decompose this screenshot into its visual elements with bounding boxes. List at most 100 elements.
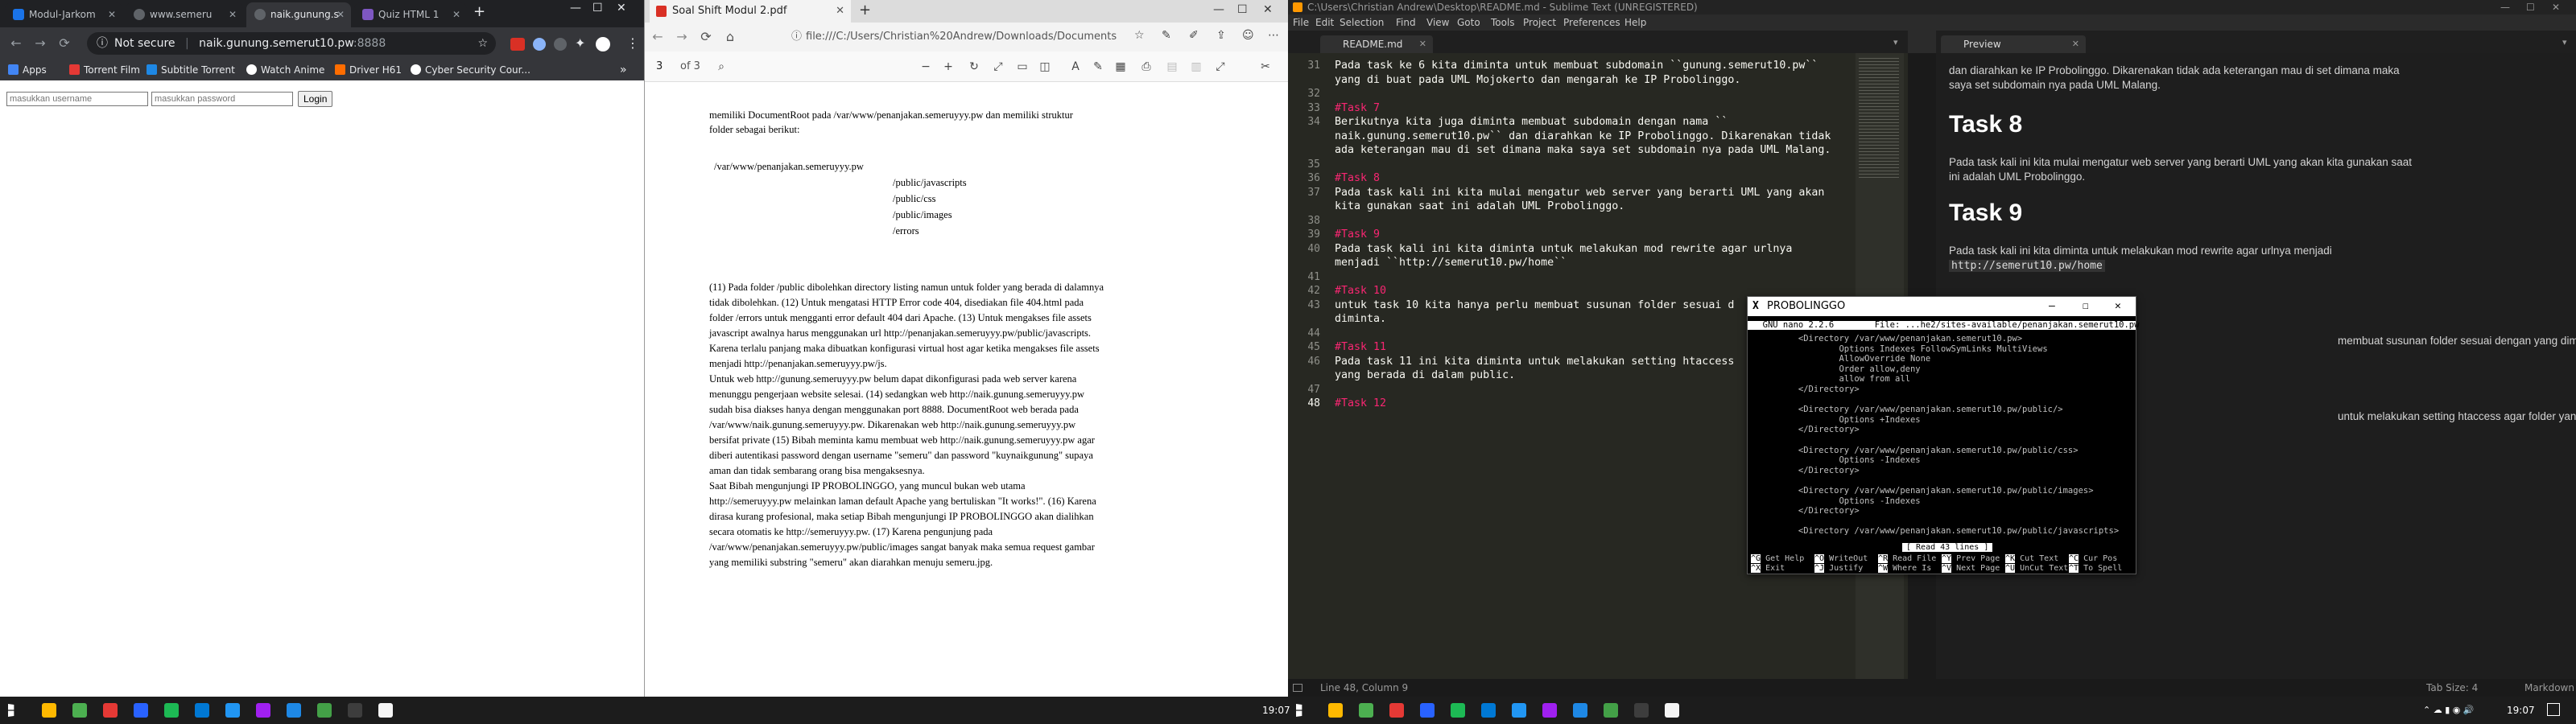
rotate-icon[interactable]: ↻: [965, 51, 983, 82]
reload-icon[interactable]: ⟳: [53, 27, 76, 60]
menu-project[interactable]: Project: [1523, 14, 1556, 31]
pin-icon[interactable]: ✂: [1257, 51, 1274, 82]
taskbar-app-icon[interactable]: [103, 703, 118, 718]
notification-icon[interactable]: [2547, 703, 2560, 716]
taskbar-app-icon[interactable]: [1389, 703, 1404, 718]
vpn-icon[interactable]: [554, 38, 567, 51]
taskbar-app-icon[interactable]: [1481, 703, 1496, 718]
close-window-icon[interactable]: ✕: [2115, 297, 2121, 316]
close-icon[interactable]: ✕: [1419, 35, 1426, 53]
reload-icon[interactable]: ⟳: [695, 21, 717, 53]
abp-icon[interactable]: [510, 38, 525, 51]
new-tab-button[interactable]: +: [473, 3, 485, 20]
taskbar-app-icon[interactable]: [1420, 703, 1435, 718]
taskbar-app-icon[interactable]: [195, 703, 209, 718]
bookmark-torrent-film[interactable]: Torrent Film: [69, 60, 140, 80]
avatar[interactable]: [596, 37, 610, 51]
puzzle-icon[interactable]: ✦: [575, 35, 585, 51]
syntax-mode[interactable]: Markdown: [2524, 679, 2574, 697]
new-tab-icon[interactable]: +: [859, 2, 871, 19]
maximize-icon[interactable]: ☐: [592, 2, 603, 14]
chrome-tab-quiz-html[interactable]: Quiz HTML 1 ✕: [354, 2, 467, 27]
menu-preferences[interactable]: Preferences: [1563, 14, 1620, 31]
taskbar-app-icon[interactable]: [1665, 703, 1679, 718]
fit-icon[interactable]: ⤢: [989, 51, 1007, 82]
close-icon[interactable]: ✕: [452, 2, 460, 27]
fullscreen-icon[interactable]: ⤢: [1212, 51, 1229, 82]
taskbar-app-icon[interactable]: [1634, 703, 1649, 718]
bookmark-driver-h61[interactable]: Driver H61: [335, 60, 402, 80]
minimize-icon[interactable]: —: [2500, 0, 2510, 14]
close-icon[interactable]: ✕: [2072, 35, 2079, 53]
menu-selection[interactable]: Selection: [1340, 14, 1384, 31]
address-bar[interactable]: ⓘ Not secure | naik.gunung.semerut10.pw:…: [87, 32, 496, 55]
taskbar-app-icon[interactable]: [72, 703, 87, 718]
taskbar-app-icon[interactable]: [317, 703, 332, 718]
windows-start-icon[interactable]: [8, 704, 14, 717]
tab-size[interactable]: Tab Size: 4: [2426, 679, 2478, 697]
home-icon[interactable]: ⌂: [719, 21, 741, 53]
menu-goto[interactable]: Goto: [1457, 14, 1480, 31]
search-icon[interactable]: ⌕: [712, 51, 730, 82]
forward-icon[interactable]: →: [671, 21, 693, 53]
taskbar-app-icon[interactable]: [378, 703, 393, 718]
clock-left[interactable]: 19:07: [1262, 697, 1290, 724]
taskbar-app-icon[interactable]: [164, 703, 179, 718]
close-window-icon[interactable]: ✕: [2552, 0, 2560, 14]
info-icon[interactable]: ⓘ: [97, 32, 108, 55]
tab-readme[interactable]: README.md ✕: [1320, 35, 1433, 53]
menu-edit[interactable]: Edit: [1315, 14, 1334, 31]
read-aloud-icon[interactable]: A: [1067, 51, 1084, 82]
taskbar-app-icon[interactable]: [1542, 703, 1557, 718]
taskbar-app-icon[interactable]: [1359, 703, 1373, 718]
bookmark-cyber-security[interactable]: Cyber Security Cour...: [411, 60, 530, 80]
tray-icons[interactable]: ⌃ ☁ ▮ ◉ 🔊: [2423, 697, 2475, 724]
bookmark-watch-anime[interactable]: Watch Anime: [246, 60, 324, 80]
edge-tab-pdf[interactable]: Soal Shift Modul 2.pdf ✕: [650, 0, 851, 23]
bookmark-apps[interactable]: Apps: [8, 60, 47, 80]
save-icon[interactable]: ▤: [1163, 51, 1181, 82]
minimize-icon[interactable]: —: [2049, 297, 2055, 316]
console-icon[interactable]: [1293, 684, 1302, 692]
menu-help[interactable]: Help: [1624, 14, 1646, 31]
clock-right[interactable]: 19:07: [2507, 697, 2535, 724]
maximize-icon[interactable]: ☐: [2526, 0, 2535, 14]
menu-find[interactable]: Find: [1396, 14, 1416, 31]
extension-icon[interactable]: [533, 38, 546, 51]
zoom-out-icon[interactable]: −: [917, 51, 935, 82]
favorites-icon[interactable]: ☆: [1134, 29, 1145, 42]
taskbar-app-icon[interactable]: [1451, 703, 1465, 718]
save-as-icon[interactable]: ▥: [1187, 51, 1205, 82]
menu-view[interactable]: View: [1426, 14, 1449, 31]
chrome-tab-naik-gunung[interactable]: naik.gunung.s ✕: [246, 2, 351, 27]
close-window-icon[interactable]: ✕: [617, 2, 626, 14]
tab-dropdown-icon[interactable]: ▾: [1893, 37, 1898, 47]
address-bar[interactable]: ⓘ file:///C:/Users/Christian%20Andrew/Do…: [788, 27, 1117, 47]
bookmark-subtitle-torrent[interactable]: Subtitle Torrent: [147, 60, 235, 80]
more-icon[interactable]: ⋯: [1268, 29, 1279, 42]
chrome-tab-modul-jarkom[interactable]: Modul-Jarkom ✕: [5, 2, 122, 27]
page-number-input[interactable]: 3: [656, 51, 663, 82]
back-icon[interactable]: ←: [646, 21, 669, 53]
draw-icon[interactable]: ✎: [1089, 51, 1107, 82]
close-icon[interactable]: ✕: [836, 0, 844, 23]
forward-icon[interactable]: →: [29, 27, 52, 60]
share-icon[interactable]: ⇪: [1216, 29, 1226, 42]
page-view-icon[interactable]: ▭: [1013, 51, 1031, 82]
two-page-icon[interactable]: ◫: [1036, 51, 1054, 82]
taskbar-app-icon[interactable]: [1512, 703, 1526, 718]
close-icon[interactable]: ✕: [229, 2, 237, 27]
close-window-icon[interactable]: ✕: [1263, 3, 1273, 16]
chrome-tab-semeru[interactable]: www.semeru ✕: [126, 2, 243, 27]
minimize-icon[interactable]: —: [570, 2, 581, 14]
taskbar-app-icon[interactable]: [42, 703, 56, 718]
print-icon[interactable]: ⎙: [1137, 51, 1155, 82]
taskbar-app-icon[interactable]: [287, 703, 301, 718]
maximize-icon[interactable]: ☐: [1237, 3, 1248, 16]
more-bookmarks-icon[interactable]: »: [620, 60, 627, 80]
terminal-window[interactable]: X PROBOLINGGO — ☐ ✕ GNU nano 2.2.6 File:…: [1747, 296, 2139, 574]
username-input[interactable]: [6, 92, 148, 106]
back-icon[interactable]: ←: [5, 27, 27, 60]
password-input[interactable]: [151, 92, 293, 106]
maximize-icon[interactable]: ☐: [2083, 297, 2089, 316]
